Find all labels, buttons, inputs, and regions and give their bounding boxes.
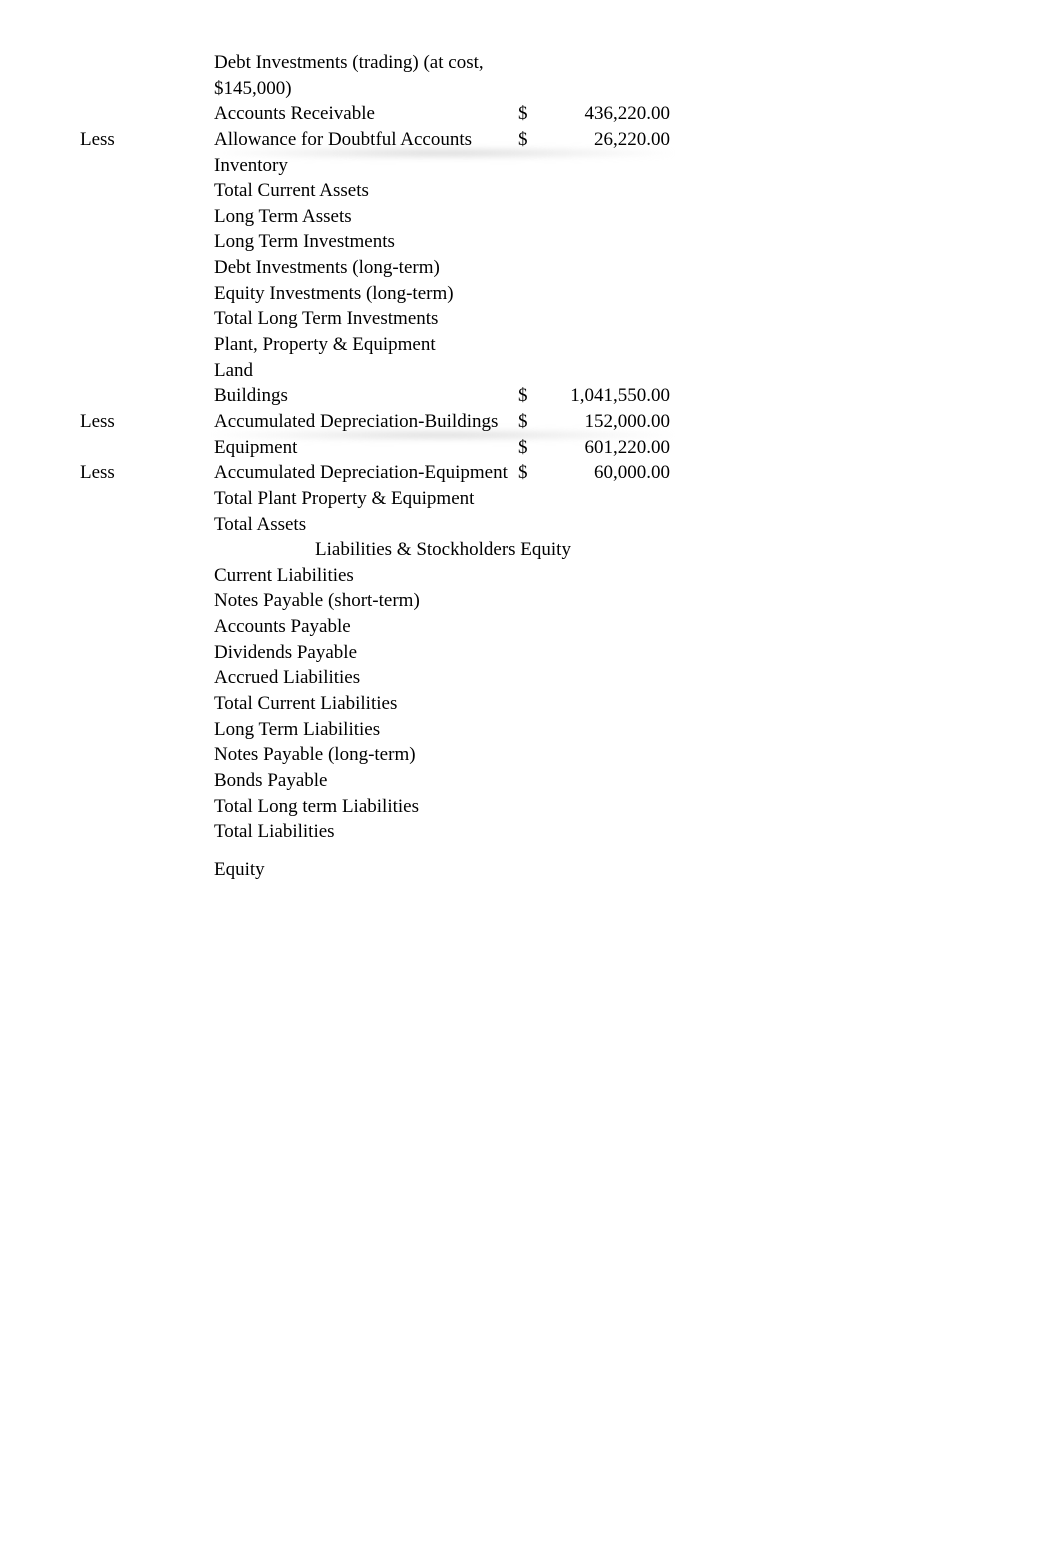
table-row: Notes Payable (long-term) <box>80 742 750 768</box>
table-row: Long Term Assets <box>80 204 750 230</box>
row-tag: Less <box>80 409 214 435</box>
equity-label: Equity <box>214 857 512 883</box>
row-label: Plant, Property & Equipment <box>214 332 512 358</box>
table-row: LessAllowance for Doubtful Accounts$26,2… <box>80 127 750 153</box>
table-row: LessAccumulated Depreciation-Buildings$1… <box>80 409 750 435</box>
row-label: Dividends Payable <box>214 640 512 666</box>
row-label: Allowance for Doubtful Accounts <box>214 127 512 153</box>
liabilities-rows-group: Current LiabilitiesNotes Payable (short-… <box>80 563 750 845</box>
row-value: 60,000.00 <box>542 460 672 486</box>
row-label: Accrued Liabilities <box>214 665 512 691</box>
table-row: Dividends Payable <box>80 640 750 666</box>
row-label: Long Term Assets <box>214 204 512 230</box>
table-row: Total Current Liabilities <box>80 691 750 717</box>
table-row: Debt Investments (trading) (at cost, $14… <box>80 50 750 101</box>
row-value: 26,220.00 <box>542 127 672 153</box>
row-value: 1,041,550.00 <box>542 383 672 409</box>
row-label: Equipment <box>214 435 512 461</box>
table-row: Total Liabilities <box>80 819 750 845</box>
table-row: Current Liabilities <box>80 563 750 589</box>
currency-symbol: $ <box>512 127 542 153</box>
row-label: Total Plant Property & Equipment <box>214 486 512 512</box>
section-header-row: Liabilities & Stockholders Equity <box>80 537 750 563</box>
table-row: Total Long term Liabilities <box>80 794 750 820</box>
row-tag: Less <box>80 127 214 153</box>
table-row: Long Term Liabilities <box>80 717 750 743</box>
table-row: Debt Investments (long-term) <box>80 255 750 281</box>
row-label: Long Term Liabilities <box>214 717 512 743</box>
assets-rows-group: Debt Investments (trading) (at cost, $14… <box>80 50 750 537</box>
table-row: Equipment$601,220.00 <box>80 435 750 461</box>
row-label: Accumulated Depreciation-Buildings <box>214 409 512 435</box>
table-row: Accounts Receivable$436,220.00 <box>80 101 750 127</box>
table-row: Total Long Term Investments <box>80 306 750 332</box>
table-row: LessAccumulated Depreciation-Equipment$6… <box>80 460 750 486</box>
row-label: Total Current Liabilities <box>214 691 512 717</box>
spacer <box>80 845 750 857</box>
table-row: Long Term Investments <box>80 229 750 255</box>
row-label: Accounts Payable <box>214 614 512 640</box>
row-label: Equity Investments (long-term) <box>214 281 512 307</box>
section-header-liabilities-equity: Liabilities & Stockholders Equity <box>214 537 672 563</box>
currency-symbol: $ <box>512 383 542 409</box>
table-row: Buildings$1,041,550.00 <box>80 383 750 409</box>
table-row: Plant, Property & Equipment <box>80 332 750 358</box>
table-row: Bonds Payable <box>80 768 750 794</box>
row-label: Land <box>214 358 512 384</box>
row-label: Debt Investments (trading) (at cost, $14… <box>214 50 512 101</box>
equity-row: Equity <box>80 857 750 883</box>
row-value: 601,220.00 <box>542 435 672 461</box>
row-label: Bonds Payable <box>214 768 512 794</box>
table-row: Accrued Liabilities <box>80 665 750 691</box>
table-row: Notes Payable (short-term) <box>80 588 750 614</box>
row-label: Total Long term Liabilities <box>214 794 512 820</box>
table-row: Total Plant Property & Equipment <box>80 486 750 512</box>
table-row: Accounts Payable <box>80 614 750 640</box>
row-tag: Less <box>80 460 214 486</box>
currency-symbol: $ <box>512 435 542 461</box>
row-label: Notes Payable (long-term) <box>214 742 512 768</box>
table-row: Total Current Assets <box>80 178 750 204</box>
row-label: Long Term Investments <box>214 229 512 255</box>
row-value: 152,000.00 <box>542 409 672 435</box>
row-label: Current Liabilities <box>214 563 512 589</box>
row-value: 436,220.00 <box>542 101 672 127</box>
row-label: Accounts Receivable <box>214 101 512 127</box>
row-label: Total Assets <box>214 512 512 538</box>
currency-symbol: $ <box>512 460 542 486</box>
row-label: Debt Investments (long-term) <box>214 255 512 281</box>
row-label: Total Long Term Investments <box>214 306 512 332</box>
row-label: Notes Payable (short-term) <box>214 588 512 614</box>
row-label: Accumulated Depreciation-Equipment <box>214 460 512 486</box>
table-row: Equity Investments (long-term) <box>80 281 750 307</box>
currency-symbol: $ <box>512 101 542 127</box>
table-row: Total Assets <box>80 512 750 538</box>
row-label: Total Liabilities <box>214 819 512 845</box>
table-row: Inventory <box>80 153 750 179</box>
row-label: Buildings <box>214 383 512 409</box>
balance-sheet: Debt Investments (trading) (at cost, $14… <box>80 50 750 883</box>
row-label: Total Current Assets <box>214 178 512 204</box>
row-label: Inventory <box>214 153 512 179</box>
currency-symbol: $ <box>512 409 542 435</box>
table-row: Land <box>80 358 750 384</box>
